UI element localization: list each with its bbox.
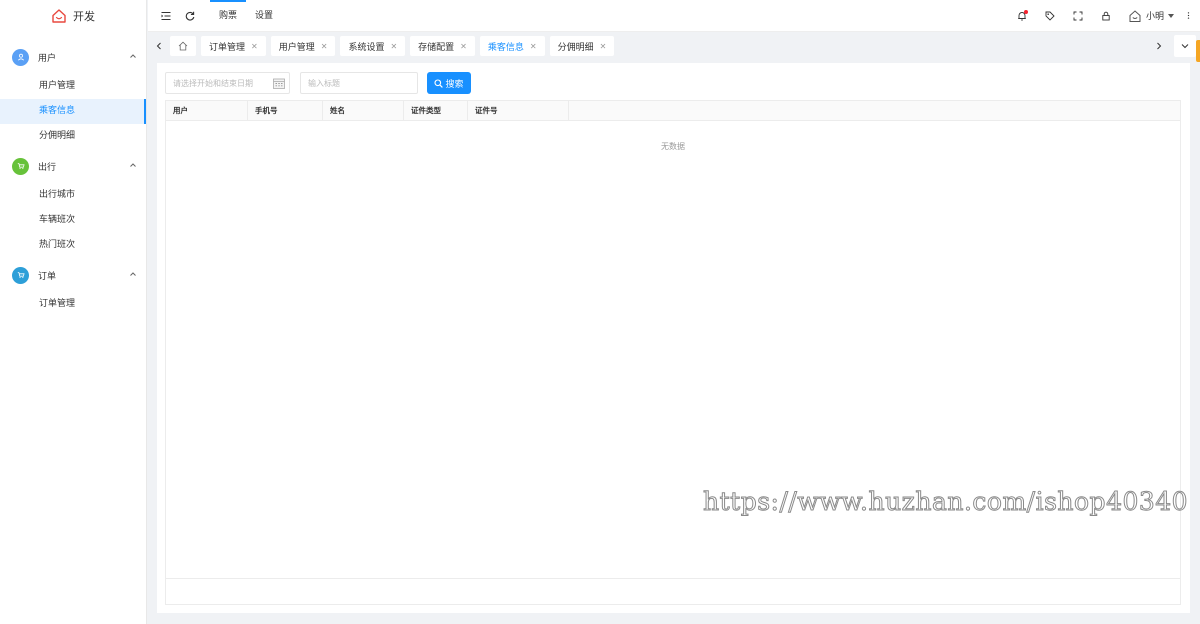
menu-fold-icon[interactable] [160,10,172,22]
notification-dot [1023,9,1028,14]
close-icon[interactable]: ✕ [460,42,467,51]
sidebar-item-order-management[interactable]: 订单管理 [0,292,146,317]
column-header-id-type[interactable]: 证件类型 [404,101,468,120]
tabs-scroll-left-icon[interactable] [148,32,170,60]
date-range-placeholder: 请选择开始和结束日期 [173,78,253,88]
sidebar-item-travel-city[interactable]: 出行城市 [0,183,146,208]
sidebar-item-passenger-info[interactable]: 乘客信息 [0,99,146,124]
top-header: 购票 设置 小明 [148,0,1200,32]
tab-order-management[interactable]: 订单管理 ✕ [201,36,266,56]
tabs-scroll-right-icon[interactable] [1148,32,1170,60]
tabs-bar: 订单管理 ✕ 用户管理 ✕ 系统设置 ✕ 存储配置 ✕ 乘客信息 ✕ 分佣明细 ✕ [148,32,1200,62]
chevron-up-icon [130,272,136,276]
home-logo-icon [52,9,66,23]
close-icon[interactable]: ✕ [251,42,258,51]
tab-passenger-info[interactable]: 乘客信息 ✕ [479,36,545,56]
calendar-icon [273,78,285,89]
close-icon[interactable]: ✕ [321,42,328,51]
menu-group-head-order[interactable]: 订单 [0,258,146,292]
refresh-icon[interactable] [184,10,196,22]
chevron-up-icon [130,54,136,58]
menu-group-order: 订单 订单管理 [0,258,146,317]
menu-group-label: 订单 [38,271,57,282]
menu-group-user: 用户 用户管理 乘客信息 分佣明细 [0,40,146,149]
app-root: 开发 用户 用户管理 乘客信息 分佣明细 出行 出行城市 车辆班次 热门班次 订… [0,0,1200,624]
passenger-table: 用户 手机号 姓名 证件类型 证件号 无数据 [165,100,1181,605]
column-header-phone[interactable]: 手机号 [248,101,323,120]
date-range-input[interactable]: 请选择开始和结束日期 [165,72,290,94]
main-content: 请选择开始和结束日期 输入标题 搜索 用户 手机号 姓名 证件类型 证件号 无数… [157,63,1190,613]
tab-label: 系统设置 [348,42,385,53]
search-button-label: 搜索 [445,79,464,90]
filter-bar: 请选择开始和结束日期 输入标题 搜索 [165,72,471,94]
close-icon[interactable]: ✕ [530,42,537,51]
menu-group-travel: 出行 出行城市 车辆班次 热门班次 [0,149,146,258]
tab-label: 用户管理 [278,42,315,53]
search-button[interactable]: 搜索 [427,72,471,94]
chevron-up-icon [130,163,136,167]
column-header-user[interactable]: 用户 [166,101,248,120]
close-icon[interactable]: ✕ [390,42,397,51]
watermark-text: https://www.huzhan.com/ishop40340 [702,487,1189,517]
tab-storage-config[interactable]: 存储配置 ✕ [410,36,475,56]
top-nav-tickets[interactable]: 购票 [210,0,247,32]
sidebar-item-user-management[interactable]: 用户管理 [0,74,146,99]
cart-icon [12,157,29,175]
home-icon [178,41,188,51]
table-header: 用户 手机号 姓名 证件类型 证件号 [166,101,1180,121]
menu-group-label: 用户 [38,53,57,64]
tab-system-settings[interactable]: 系统设置 ✕ [340,36,406,56]
column-header-id-number[interactable]: 证件号 [468,101,569,120]
more-vertical-icon[interactable] [1180,0,1196,32]
fullscreen-icon[interactable] [1064,0,1092,32]
tabs-dropdown-icon[interactable] [1174,35,1196,57]
settings-drawer-handle[interactable] [1196,40,1200,62]
tab-label: 存储配置 [418,42,455,53]
user-name: 小明 [1145,12,1164,22]
logo-text: 开发 [73,10,95,23]
tab-home[interactable] [170,36,196,56]
tab-label: 乘客信息 [487,42,524,53]
close-icon[interactable]: ✕ [600,42,607,51]
top-nav-settings[interactable]: 设置 [246,0,282,32]
user-icon [12,48,29,66]
title-input[interactable]: 输入标题 [300,72,418,94]
menu-group-label: 出行 [38,162,57,173]
sidebar-item-commission-detail[interactable]: 分佣明细 [0,124,146,149]
column-header-name[interactable]: 姓名 [323,101,404,120]
tab-user-management[interactable]: 用户管理 ✕ [270,36,336,56]
user-menu[interactable]: 小明 [1128,9,1174,23]
logo[interactable]: 开发 [0,0,146,32]
lock-icon[interactable] [1092,0,1120,32]
tab-label: 订单管理 [209,42,246,53]
empty-state-text: 无数据 [661,142,685,151]
table-footer [166,578,1180,604]
tab-label: 分佣明细 [557,42,594,53]
tab-commission-detail[interactable]: 分佣明细 ✕ [549,36,615,56]
notification-bell-icon[interactable] [1008,0,1036,32]
avatar-icon [1129,9,1141,22]
caret-down-icon [1168,13,1174,18]
search-icon [434,78,444,88]
menu-group-head-user[interactable]: 用户 [0,40,146,74]
cart-icon [12,266,29,284]
sidebar: 开发 用户 用户管理 乘客信息 分佣明细 出行 出行城市 车辆班次 热门班次 订… [0,0,147,624]
top-nav: 购票 设置 [210,0,282,32]
tabs-right-controls [1148,32,1200,60]
sidebar-item-popular-schedule[interactable]: 热门班次 [0,233,146,258]
menu-group-head-travel[interactable]: 出行 [0,149,146,183]
header-actions: 小明 [1008,0,1200,32]
tag-icon[interactable] [1036,0,1064,32]
sidebar-item-vehicle-schedule[interactable]: 车辆班次 [0,208,146,233]
title-input-placeholder: 输入标题 [308,78,340,88]
